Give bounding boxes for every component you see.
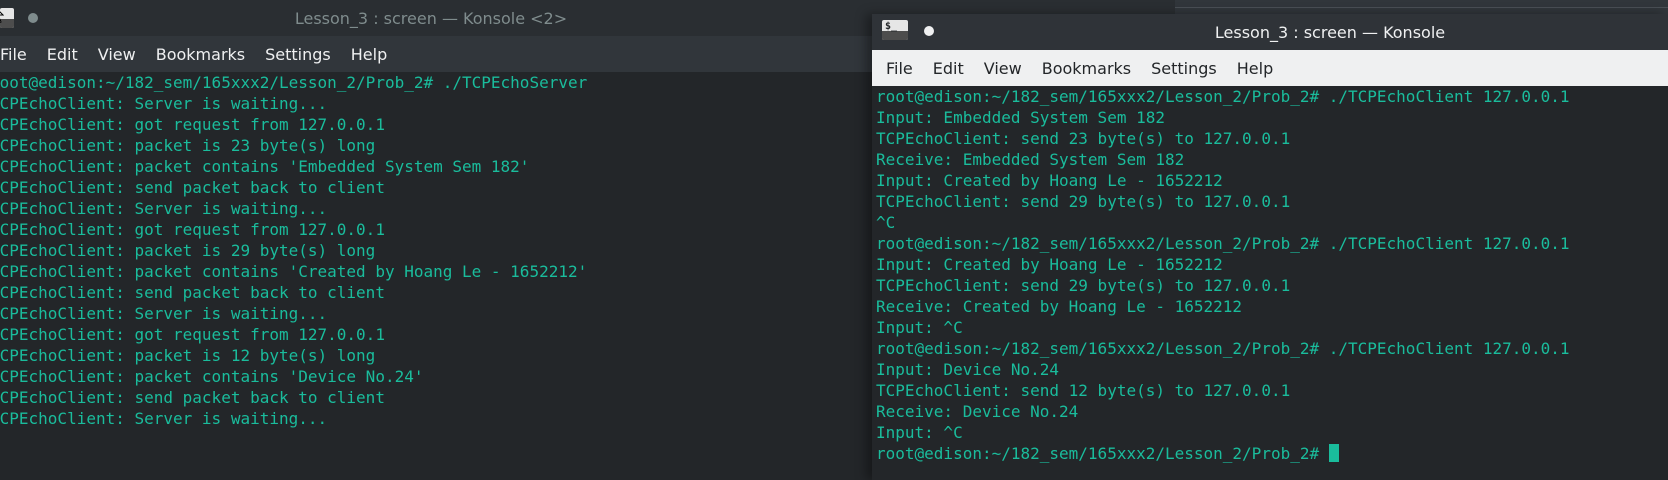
menu-help[interactable]: Help [341, 45, 397, 64]
terminal-line-text: TCPEchoClient: send packet back to clien… [0, 388, 385, 407]
terminal-line-text: TCPEchoClient: send packet back to clien… [0, 178, 385, 197]
terminal-line: TCPEchoClient: packet contains 'Device N… [0, 366, 872, 387]
terminal-line: TCPEchoClient: send 12 byte(s) to 127.0.… [876, 380, 1668, 401]
terminal-line: root@edison:~/182_sem/165xxx2/Lesson_2/P… [876, 338, 1668, 359]
konsole-window-client[interactable]: $_ Lesson_3 : screen — Konsole File Edit V… [872, 14, 1668, 480]
terminal-line: TCPEchoClient: packet contains 'Created … [0, 261, 872, 282]
menubar: File Edit View Bookmarks Settings Help [0, 36, 872, 72]
terminal-line-text: TCPEchoClient: packet is 23 byte(s) long [0, 136, 376, 155]
terminal-line: Receive: Created by Hoang Le - 1652212 [876, 296, 1668, 317]
terminal-line-text: Input: Created by Hoang Le - 1652212 [876, 255, 1223, 274]
terminal-line-text: root@edison:~/182_sem/165xxx2/Lesson_2/P… [0, 73, 588, 92]
terminal-line-text: Input: Device No.24 [876, 360, 1060, 379]
terminal-line: Input: ^C [876, 422, 1668, 443]
terminal-line-text: Receive: Embedded System Sem 182 [876, 150, 1185, 169]
terminal-line: TCPEchoClient: send packet back to clien… [0, 387, 872, 408]
terminal-line: TCPEchoClient: packet is 12 byte(s) long [0, 345, 872, 366]
terminal-line: TCPEchoClient: got request from 127.0.0.… [0, 114, 872, 135]
terminal-line-text: root@edison:~/182_sem/165xxx2/Lesson_2/P… [876, 87, 1570, 106]
terminal-line-text: root@edison:~/182_sem/165xxx2/Lesson_2/P… [876, 339, 1570, 358]
terminal-output[interactable]: root@edison:~/182_sem/165xxx2/Lesson_2/P… [872, 86, 1668, 464]
terminal-line: TCPEchoClient: send 29 byte(s) to 127.0.… [876, 275, 1668, 296]
menu-help[interactable]: Help [1227, 59, 1283, 78]
terminal-line-text: TCPEchoClient: send 29 byte(s) to 127.0.… [876, 276, 1291, 295]
terminal-line: Input: Created by Hoang Le - 1652212 [876, 254, 1668, 275]
terminal-line-text: TCPEchoClient: got request from 127.0.0.… [0, 325, 385, 344]
menu-settings[interactable]: Settings [1141, 59, 1227, 78]
menu-settings[interactable]: Settings [255, 45, 341, 64]
terminal-line: root@edison:~/182_sem/165xxx2/Lesson_2/P… [876, 443, 1668, 464]
terminal-line: TCPEchoClient: Server is waiting... [0, 408, 872, 429]
window-title: Lesson_3 : screen — Konsole [1214, 22, 1446, 42]
menu-edit[interactable]: Edit [923, 59, 974, 78]
terminal-line: Input: Embedded System Sem 182 [876, 107, 1668, 128]
terminal-line-text: TCPEchoClient: packet contains 'Created … [0, 262, 588, 281]
menu-bookmarks[interactable]: Bookmarks [1032, 59, 1141, 78]
terminal-line: root@edison:~/182_sem/165xxx2/Lesson_2/P… [0, 72, 872, 93]
terminal-line-text: ^C [876, 213, 896, 232]
menu-view[interactable]: View [88, 45, 146, 64]
menu-view[interactable]: View [974, 59, 1032, 78]
terminal-line: TCPEchoClient: got request from 127.0.0.… [0, 219, 872, 240]
terminal-line-text: TCPEchoClient: send 29 byte(s) to 127.0.… [876, 192, 1291, 211]
menubar: File Edit View Bookmarks Settings Help [872, 50, 1668, 86]
background-divider [1175, 7, 1668, 8]
terminal-line-text: Input: ^C [876, 423, 963, 442]
terminal-line-text: TCPEchoClient: packet is 12 byte(s) long [0, 346, 376, 365]
terminal-line: TCPEchoClient: send packet back to clien… [0, 177, 872, 198]
window-title: Lesson_3 : screen — Konsole <2> [294, 8, 568, 28]
terminal-line: TCPEchoClient: send 23 byte(s) to 127.0.… [876, 128, 1668, 149]
terminal-line-text: Receive: Created by Hoang Le - 1652212 [876, 297, 1243, 316]
terminal-line-text: TCPEchoClient: Server is waiting... [0, 409, 328, 428]
menu-edit[interactable]: Edit [37, 45, 88, 64]
terminal-line: TCPEchoClient: send packet back to clien… [0, 282, 872, 303]
menu-file[interactable]: File [0, 45, 37, 64]
terminal-line: TCPEchoClient: packet is 23 byte(s) long [0, 135, 872, 156]
background-window-strip [1175, 0, 1668, 14]
terminal-line-text: root@edison:~/182_sem/165xxx2/Lesson_2/P… [876, 234, 1570, 253]
konsole-window-server[interactable]: Lesson_3 : screen — Konsole <2> File Edit… [0, 0, 872, 480]
terminal-line-text: TCPEchoClient: send packet back to clien… [0, 283, 385, 302]
terminal-line: root@edison:~/182_sem/165xxx2/Lesson_2/P… [876, 86, 1668, 107]
terminal-line-text: root@edison:~/182_sem/165xxx2/Lesson_2/P… [876, 444, 1329, 463]
terminal-line: Input: ^C [876, 317, 1668, 338]
terminal-line-text: TCPEchoClient: packet contains 'Device N… [0, 367, 424, 386]
terminal-line-text: Input: Embedded System Sem 182 [876, 108, 1165, 127]
terminal-line: TCPEchoClient: packet is 29 byte(s) long [0, 240, 872, 261]
menu-bookmarks[interactable]: Bookmarks [146, 45, 255, 64]
terminal-line-text: TCPEchoClient: send 12 byte(s) to 127.0.… [876, 381, 1291, 400]
app-icon-label: $_ [885, 21, 898, 32]
terminal-line: root@edison:~/182_sem/165xxx2/Lesson_2/P… [876, 233, 1668, 254]
window-titlebar[interactable]: $_ Lesson_3 : screen — Konsole [872, 14, 1668, 50]
text-cursor [1328, 444, 1339, 462]
terminal-line: TCPEchoClient: send 29 byte(s) to 127.0.… [876, 191, 1668, 212]
terminal-line: TCPEchoClient: packet contains 'Embedded… [0, 156, 872, 177]
terminal-line-text: TCPEchoClient: Server is waiting... [0, 94, 328, 113]
terminal-line: TCPEchoClient: got request from 127.0.0.… [0, 324, 872, 345]
mouse-pointer-icon [0, 11, 4, 23]
terminal-line-text: TCPEchoClient: got request from 127.0.0.… [0, 115, 385, 134]
window-titlebar[interactable]: Lesson_3 : screen — Konsole <2> [0, 0, 872, 36]
terminal-line: TCPEchoClient: Server is waiting... [0, 198, 872, 219]
terminal-line-text: TCPEchoClient: Server is waiting... [0, 199, 328, 218]
terminal-line-text: TCPEchoClient: Server is waiting... [0, 304, 328, 323]
menu-file[interactable]: File [876, 59, 923, 78]
desktop: Lesson_3 : screen — Konsole <2> File Edit… [0, 0, 1668, 480]
terminal-line: Receive: Device No.24 [876, 401, 1668, 422]
terminal-line: Input: Created by Hoang Le - 1652212 [876, 170, 1668, 191]
terminal-line: TCPEchoClient: Server is waiting... [0, 303, 872, 324]
terminal-line-text: TCPEchoClient: got request from 127.0.0.… [0, 220, 385, 239]
terminal-output[interactable]: root@edison:~/182_sem/165xxx2/Lesson_2/P… [0, 72, 872, 429]
terminal-line-text: TCPEchoClient: packet contains 'Embedded… [0, 157, 530, 176]
terminal-line-text: Receive: Device No.24 [876, 402, 1079, 421]
terminal-line: Receive: Embedded System Sem 182 [876, 149, 1668, 170]
terminal-line-text: Input: Created by Hoang Le - 1652212 [876, 171, 1223, 190]
terminal-line-text: Input: ^C [876, 318, 963, 337]
terminal-line-text: TCPEchoClient: packet is 29 byte(s) long [0, 241, 376, 260]
terminal-line: ^C [876, 212, 1668, 233]
terminal-line: Input: Device No.24 [876, 359, 1668, 380]
terminal-line-text: TCPEchoClient: send 23 byte(s) to 127.0.… [876, 129, 1291, 148]
terminal-line: TCPEchoClient: Server is waiting... [0, 93, 872, 114]
